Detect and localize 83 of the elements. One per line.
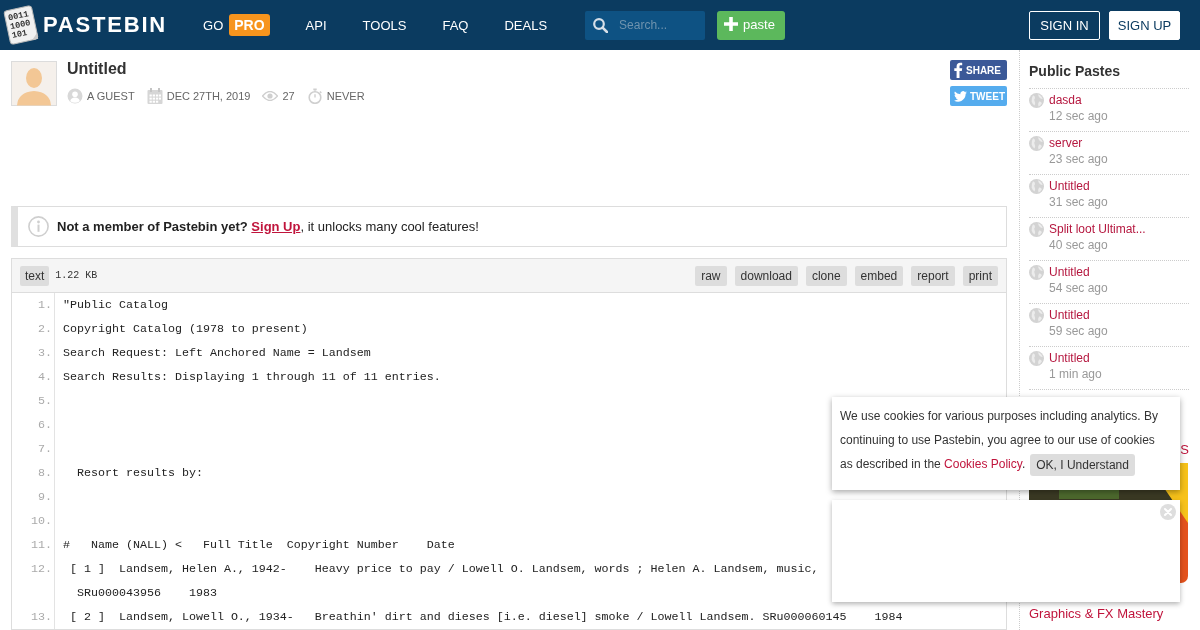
logo-icon[interactable]: 0011 1000 101 <box>3 5 39 45</box>
globe-icon <box>1029 136 1044 151</box>
accept-cookies-button[interactable]: OK, I Understand <box>1030 453 1135 476</box>
eye-icon <box>262 91 279 101</box>
code-line: # Name (NALL) < Full Title Copyright Number Date <box>62 537 455 554</box>
line-number: 13. <box>12 605 55 629</box>
paste-age: 23 sec ago <box>1049 151 1108 167</box>
sign-up-button[interactable]: SIGN UP <box>1109 10 1180 40</box>
line-number: 12. <box>12 557 55 605</box>
cookie-text: We use cookies for various purposes including analytics. By continuing to use Pastebin, you agree to our use of cookies as described in the Cookies Policy. OK, I Understand <box>840 404 1160 476</box>
facebook-icon <box>954 62 963 78</box>
paste-age: 1 min ago <box>1049 366 1102 382</box>
action-button[interactable]: clone <box>805 265 847 286</box>
search-icon <box>593 17 609 33</box>
paste-title: Untitled <box>67 60 128 78</box>
line-number: 2. <box>12 317 55 341</box>
code-line: [ 1 ] Landsem, Helen A., 1942- Heavy price to pay / Lowell O. Landsem, words ; Helen A. Landsem, music, SRu000043956 1983 <box>69 561 819 602</box>
nav-link[interactable]: TOOLS <box>362 17 407 33</box>
globe-icon <box>1029 179 1044 194</box>
paste-age: 12 sec ago <box>1049 108 1108 124</box>
paste-link[interactable]: server <box>1049 135 1108 151</box>
ad-link[interactable]: Graphics & FX Mastery <box>1029 606 1189 622</box>
nav-link[interactable]: GO PRO <box>203 14 270 36</box>
calendar-icon <box>146 88 163 104</box>
twitter-icon <box>954 90 967 102</box>
line-number: 11. <box>12 533 55 557</box>
action-button[interactable]: raw <box>695 265 727 286</box>
line-number: 3. <box>12 341 55 365</box>
paste-link[interactable]: Untitled <box>1049 350 1102 366</box>
sign-in-button[interactable]: SIGN IN <box>1029 10 1100 40</box>
code-line: Search Request: Left Anchored Name = Landsem <box>62 345 371 362</box>
paste-link[interactable]: Untitled <box>1049 264 1108 280</box>
code-line: Search Results: Displaying 1 through 11 of 11 entries. <box>62 369 441 386</box>
code-line: "Public Catalog <box>62 297 168 314</box>
cookies-policy-link[interactable]: Cookies Policy <box>944 457 1022 471</box>
line-number: 10. <box>12 509 55 533</box>
action-button[interactable]: report <box>911 265 955 286</box>
code-line: Copyright Catalog (1978 to present) <box>62 321 308 338</box>
search-field[interactable]: Search... <box>585 10 706 40</box>
paste-age: 59 sec ago <box>1049 323 1108 339</box>
code-line: Resort results by: <box>76 465 203 482</box>
globe-icon <box>1029 93 1044 108</box>
info-icon <box>28 216 49 237</box>
syntax-tag[interactable]: text <box>20 265 50 286</box>
globe-icon <box>1029 265 1044 280</box>
facebook-share-button[interactable]: SHARE <box>950 60 1007 80</box>
globe-icon <box>1029 308 1044 323</box>
sidebar-heading: Public Pastes <box>1029 62 1189 89</box>
line-number: 4. <box>12 365 55 389</box>
line-number: 1. <box>12 293 55 317</box>
line-number: 7. <box>12 437 55 461</box>
close-icon[interactable] <box>1160 504 1176 520</box>
meta-text: DEC 27TH, 2019 <box>166 90 251 102</box>
globe-icon <box>1029 222 1044 237</box>
line-number: 5. <box>12 389 55 413</box>
user-circle-icon <box>67 88 83 104</box>
line-number: 8. <box>12 461 55 485</box>
paste-age: 54 sec ago <box>1049 280 1108 296</box>
paste-age: 40 sec ago <box>1049 237 1109 253</box>
nav-link[interactable]: DEALS <box>504 17 548 33</box>
paste-link[interactable]: dasda <box>1049 92 1108 108</box>
paste-link[interactable]: Untitled <box>1049 178 1108 194</box>
globe-icon <box>1029 351 1044 366</box>
line-number: 9. <box>12 485 55 509</box>
action-button[interactable]: embed <box>854 265 904 286</box>
plus-icon <box>724 17 739 31</box>
avatar-silhouette-icon <box>11 61 57 106</box>
logo-text[interactable]: PASTEBIN <box>43 12 167 38</box>
paste-link[interactable]: Split loot Ultimat... <box>1049 221 1146 237</box>
paste-link[interactable]: Untitled <box>1049 307 1108 323</box>
meta-text: A GUEST <box>87 90 135 102</box>
action-button[interactable]: download <box>734 265 798 286</box>
line-number: 6. <box>12 413 55 437</box>
paste-age: 31 sec ago <box>1049 194 1108 210</box>
meta-text: 27 <box>282 90 295 102</box>
stopwatch-icon <box>306 88 323 104</box>
action-button[interactable]: print <box>962 265 998 286</box>
nav-link[interactable]: FAQ <box>442 17 469 33</box>
meta-text: NEVER <box>326 90 365 102</box>
file-size: 1.22 KB <box>55 270 98 281</box>
notice-text: Not a member of Pastebin yet? Sign Up, it unlocks many cool features! <box>57 219 479 234</box>
code-line: [ 2 ] Landsem, Lowell O., 1934- Breathin' dirt and dieses [i.e. diesel] smoke / Lowell Landsem. SRu000060145 1984 <box>69 609 903 626</box>
nav-link[interactable]: API <box>305 17 327 33</box>
